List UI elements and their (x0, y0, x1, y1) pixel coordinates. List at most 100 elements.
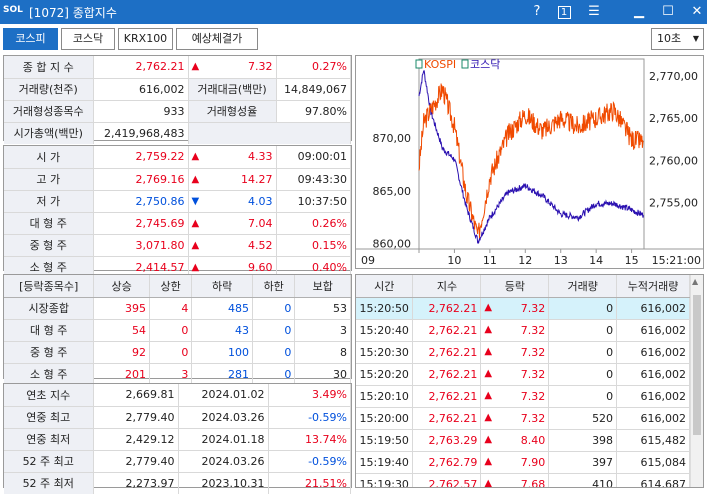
breadth-header: 상한 (149, 275, 193, 298)
price-change: 4.33 (206, 146, 277, 169)
empty-cell (188, 122, 351, 144)
up-triangle-icon: ▲ (188, 212, 206, 235)
tab-expected-price[interactable]: 예상체결가 (176, 28, 258, 50)
scroll-thumb[interactable] (693, 295, 701, 435)
tick-change-cell: ▲ 7.68 (480, 473, 550, 487)
price-change: 7.04 (206, 212, 277, 235)
up-triangle-icon: ▲ (484, 301, 493, 313)
price-row: 저 가 2,750.86 ▼ 4.03 10:37:50 (4, 190, 351, 213)
tick-row[interactable]: 15:20:00 2,762.21 ▲ 7.32 520 616,002 (356, 407, 690, 430)
breadth-label: 소 형 주 (4, 363, 95, 385)
yearly-label: 52 주 최고 (4, 450, 94, 473)
maximize-icon[interactable]: ☐ (659, 3, 677, 21)
price-row: 시 가 2,759.22 ▲ 4.33 09:00:01 (4, 146, 351, 169)
breadth-flat: 3 (294, 319, 351, 342)
left-tick-label: 865,00 (373, 185, 412, 198)
yearly-panel: 연초 지수 2,669.81 2024.01.02 3.49% 연중 최고 2,779.4… (3, 383, 352, 494)
x-tick-label: 12 (518, 254, 532, 267)
tick-time: 15:20:10 (356, 385, 414, 408)
window-title: [1072] 종합지수 (29, 5, 117, 20)
price-value: 2,769.16 (93, 168, 189, 191)
price-extra: 10:37:50 (276, 190, 351, 213)
tick-row[interactable]: 15:20:40 2,762.21 ▲ 7.32 0 616,002 (356, 319, 690, 342)
price-extra: 0.15% (276, 234, 351, 257)
up-triangle-icon: ▲ (484, 411, 493, 423)
yearly-rate: -0.59% (268, 406, 351, 429)
yearly-date: 2024.03.26 (178, 450, 269, 473)
yearly-value: 2,779.40 (93, 406, 179, 429)
tick-row[interactable]: 15:20:30 2,762.21 ▲ 7.32 0 616,002 (356, 341, 690, 364)
up-triangle-icon: ▲ (188, 146, 206, 169)
breadth-lower: 0 (252, 341, 296, 364)
right-tick-label: 2,755,00 (649, 197, 698, 210)
index-chart[interactable]: 870,00 865,00 860,00 2,770,00 2,765,00 2,760,… (356, 56, 703, 268)
x-tick-label: 14 (589, 254, 603, 267)
tick-change-cell: ▲ 7.90 (480, 451, 550, 474)
menu-icon[interactable]: ☰ (585, 3, 603, 21)
tick-time: 15:20:40 (356, 319, 414, 342)
chevron-down-icon: ▼ (692, 34, 699, 43)
plot-area (418, 58, 645, 250)
breadth-down: 281 (191, 363, 253, 385)
tab-krx100[interactable]: KRX100 (118, 28, 173, 50)
up-triangle-icon: ▲ (484, 389, 493, 401)
tick-change-cell: ▲ 7.32 (480, 297, 550, 320)
tick-scrollbar[interactable]: ▲ (690, 275, 703, 487)
tick-index: 2,762.21 (412, 385, 482, 408)
tick-change: 7.32 (520, 411, 546, 425)
yearly-date: 2024.01.02 (178, 384, 269, 407)
yearly-label: 연중 최저 (4, 428, 94, 451)
tick-cumulative: 616,002 (616, 297, 690, 320)
tick-index: 2,762.21 (412, 363, 482, 386)
price-value: 3,071.80 (93, 234, 189, 257)
legend-kosdaq-marker (461, 59, 469, 69)
tick-cumulative: 616,002 (616, 363, 690, 386)
tick-row[interactable]: 15:19:50 2,763.29 ▲ 8.40 398 615,482 (356, 429, 690, 452)
index-value: 2,762.21 (93, 56, 189, 79)
market-cap-value: 2,419,968,483 (93, 122, 189, 144)
x-tick-label: 15 (625, 254, 639, 267)
amount-label: 거래대금(백만) (188, 78, 277, 101)
tick-cumulative: 614,687 (616, 473, 690, 487)
x-tick-label: 10 (447, 254, 461, 267)
breadth-upper: 0 (149, 341, 193, 364)
formed-rate-label: 거래형성율 (188, 100, 277, 123)
yearly-rate: 21.51% (268, 472, 351, 494)
tick-volume: 410 (548, 473, 618, 487)
breadth-down: 100 (191, 341, 253, 364)
price-label: 시 가 (4, 146, 94, 169)
up-triangle-icon: ▲ (188, 168, 206, 191)
tick-row[interactable]: 15:20:10 2,762.21 ▲ 7.32 0 616,002 (356, 385, 690, 408)
tick-time: 15:20:00 (356, 407, 414, 430)
scroll-up-icon[interactable]: ▲ (692, 277, 698, 286)
yearly-row: 52 주 최고 2,779.40 2024.03.26 -0.59% (4, 450, 351, 473)
breadth-down: 43 (191, 319, 253, 342)
price-row: 대 형 주 2,745.69 ▲ 7.04 0.26% (4, 212, 351, 235)
breadth-up: 201 (93, 363, 150, 385)
tick-header: 거래량 (548, 275, 618, 298)
yearly-value: 2,273.97 (93, 472, 179, 494)
close-icon[interactable]: ✕ (688, 3, 706, 21)
help-button[interactable]: ? (528, 3, 546, 21)
tick-row[interactable]: 15:20:50 2,762.21 ▲ 7.32 0 616,002 (356, 297, 690, 320)
interval-select[interactable]: 10초 ▼ (651, 28, 704, 50)
title-bar: SOL [1072] 종합지수 ? 1 ☰ ▁ ☐ ✕ (0, 0, 707, 24)
tick-change-cell: ▲ 7.32 (480, 385, 550, 408)
yearly-value: 2,779.40 (93, 450, 179, 473)
tick-header: 지수 (412, 275, 482, 298)
page-number-button[interactable]: 1 (555, 3, 573, 21)
breadth-lower: 0 (252, 319, 296, 342)
amount-value: 14,849,067 (276, 78, 351, 101)
up-triangle-icon: ▲ (484, 367, 493, 379)
tick-cumulative: 616,002 (616, 407, 690, 430)
breadth-flat: 53 (294, 297, 351, 320)
yearly-row: 연중 최고 2,779.40 2024.03.26 -0.59% (4, 406, 351, 429)
minimize-icon[interactable]: ▁ (630, 3, 648, 21)
tick-index: 2,762.21 (412, 341, 482, 364)
tick-row[interactable]: 15:19:40 2,762.79 ▲ 7.90 397 615,084 (356, 451, 690, 474)
tick-row[interactable]: 15:19:30 2,762.57 ▲ 7.68 410 614,687 (356, 473, 690, 487)
tick-cumulative: 615,482 (616, 429, 690, 452)
tab-kosdaq[interactable]: 코스닥 (61, 28, 115, 50)
tick-row[interactable]: 15:20:20 2,762.21 ▲ 7.32 0 616,002 (356, 363, 690, 386)
tab-kospi[interactable]: 코스피 (3, 28, 58, 50)
